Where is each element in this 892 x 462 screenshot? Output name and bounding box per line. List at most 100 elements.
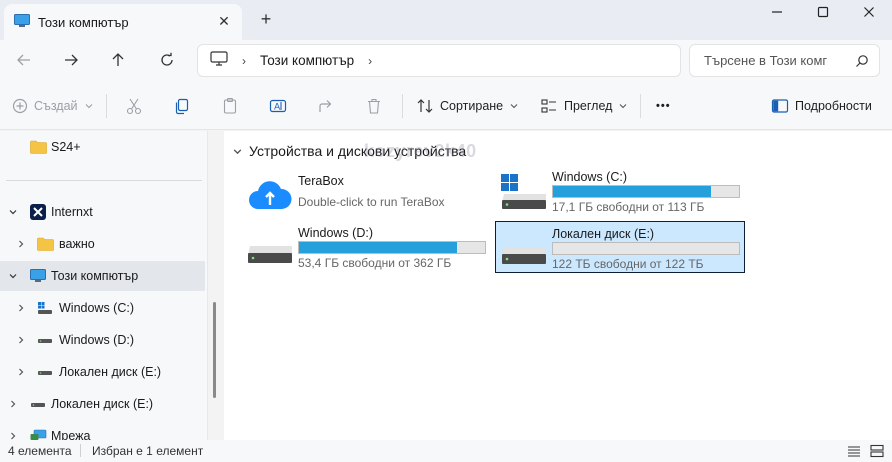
tab-this-pc[interactable]: Този компютър ✕ (4, 4, 242, 40)
drive-icon (500, 230, 548, 268)
new-button[interactable]: Създай (12, 94, 94, 118)
network-icon (30, 429, 47, 441)
minimize-button[interactable] (754, 0, 800, 24)
drive-usage-fill (553, 186, 712, 197)
sidebar-item-label: Този компютър (51, 269, 139, 283)
search-box[interactable] (689, 44, 880, 77)
title-bar: Този компютър ✕ + (0, 0, 892, 40)
tile-name: Windows (C:) (552, 170, 628, 184)
sidebar-item-label: Локален диск (E:) (59, 365, 162, 379)
sidebar-item-label: важно (59, 237, 95, 251)
drive-free-space: 53,4 ГБ свободни от 362 ГБ (298, 256, 452, 270)
cut-button[interactable] (125, 94, 143, 118)
tile-subtitle: Double-click to run TeraBox (298, 195, 445, 209)
arrow-right-icon (65, 54, 78, 66)
chevron-down-icon[interactable] (7, 270, 19, 282)
details-pane-button[interactable]: Подробности (771, 94, 872, 118)
details-view-icon[interactable] (847, 444, 861, 461)
sidebar-scrollbar[interactable] (213, 302, 216, 398)
tile-drive-d[interactable]: Windows (D:) 53,4 ГБ свободни от 362 ГБ (242, 221, 492, 273)
tile-name: Windows (D:) (298, 226, 374, 240)
tiles-view-icon[interactable] (870, 444, 884, 461)
sort-button-label: Сортиране (440, 99, 504, 113)
sidebar-item-label: Мрежа (51, 429, 91, 440)
up-button[interactable] (104, 48, 132, 72)
sidebar-item-label: Windows (C:) (59, 301, 135, 315)
sidebar-item-drive-d[interactable]: Windows (D:) (0, 325, 205, 355)
tile-drive-e[interactable]: Локален диск (E:) 122 ТБ свободни от 122… (495, 221, 745, 273)
tab-title: Този компютър (38, 14, 129, 30)
chevron-right-icon[interactable] (15, 334, 27, 346)
drive-icon (246, 229, 294, 267)
tile-terabox[interactable]: TeraBox Double-click to run TeraBox (242, 169, 492, 221)
windows-drive-icon (500, 173, 548, 211)
chevron-right-icon[interactable] (7, 398, 19, 410)
status-bar: 4 елемента Избран е 1 елемент (0, 440, 892, 462)
refresh-icon (161, 52, 173, 66)
content-pane: Устройства и дискови устройства kozyrev2… (224, 131, 892, 440)
view-button[interactable]: Преглед (540, 94, 628, 118)
divider (640, 94, 641, 118)
minimize-icon (772, 11, 782, 13)
back-button[interactable] (10, 48, 38, 72)
sidebar-item-label: Локален диск (E:) (51, 397, 154, 411)
breadcrumb-separator-icon[interactable]: › (368, 54, 372, 68)
refresh-button[interactable] (153, 48, 181, 72)
group-header-devices[interactable]: Устройства и дискови устройства (232, 143, 466, 159)
search-icon[interactable] (855, 54, 869, 71)
new-tab-button[interactable]: + (256, 9, 276, 29)
sidebar-item-network[interactable]: Мрежа (0, 421, 205, 440)
internxt-icon (30, 204, 46, 220)
chevron-down-icon[interactable] (7, 206, 19, 218)
tile-drive-c[interactable]: Windows (C:) 17,1 ГБ свободни от 113 ГБ (496, 165, 746, 217)
details-pane-label: Подробности (795, 99, 872, 113)
divider (106, 94, 107, 118)
group-title: Устройства и дискови устройства (249, 143, 467, 159)
sidebar-item-drive-c[interactable]: Windows (C:) (0, 293, 205, 323)
drive-free-space: 17,1 ГБ свободни от 113 ГБ (552, 200, 705, 214)
sidebar-item-vazhno[interactable]: важно (0, 229, 205, 259)
breadcrumb-item-this-pc[interactable]: Този компютър (260, 53, 354, 68)
close-window-button[interactable] (846, 0, 892, 24)
divider (80, 444, 81, 457)
breadcrumb-separator-icon[interactable]: › (242, 54, 246, 68)
chevron-right-icon[interactable] (15, 302, 27, 314)
monitor-icon (30, 269, 46, 283)
maximize-button[interactable] (800, 0, 846, 24)
paste-button[interactable] (221, 94, 239, 118)
terabox-cloud-icon (246, 177, 294, 215)
forward-button[interactable] (57, 48, 85, 72)
share-button[interactable] (317, 94, 335, 118)
drive-usage-fill (299, 242, 458, 253)
tab-close-icon[interactable]: ✕ (216, 13, 232, 29)
arrow-up-icon (112, 53, 124, 66)
sidebar-item-this-pc[interactable]: Този компютър (0, 261, 205, 291)
sidebar-item-s24[interactable]: S24+ (0, 132, 205, 162)
sidebar-item-drive-e[interactable]: Локален диск (E:) (0, 357, 205, 387)
pane-divider[interactable] (207, 131, 208, 440)
view-list-icon (541, 99, 556, 113)
sidebar-item-label: S24+ (51, 140, 81, 154)
sidebar-item-internxt[interactable]: Internxt (0, 197, 205, 227)
new-button-label: Създай (34, 99, 78, 113)
chevron-right-icon[interactable] (15, 366, 27, 378)
arrow-left-icon (17, 54, 30, 66)
sidebar-item-drive-e-root[interactable]: Локален диск (E:) (0, 389, 205, 419)
chevron-right-icon[interactable] (15, 238, 27, 250)
item-count: 4 елемента (8, 444, 72, 458)
rename-button[interactable]: A (269, 94, 287, 118)
drive-icon (37, 333, 53, 347)
copy-button[interactable] (173, 94, 191, 118)
more-options-button[interactable]: ••• (656, 94, 671, 118)
search-input[interactable] (704, 53, 846, 68)
details-pane-icon (771, 99, 789, 113)
delete-button[interactable] (365, 94, 383, 118)
command-bar: Създай A Сортиране Преглед ••• Подробнос… (0, 82, 892, 130)
windows-drive-icon (37, 301, 53, 315)
sort-button[interactable]: Сортиране (416, 94, 519, 118)
chevron-down-icon (620, 104, 627, 109)
breadcrumb[interactable]: › Този компютър › (197, 44, 681, 77)
navigation-pane: S24+ Internxt важно Този компютър Window… (0, 131, 207, 440)
chevron-right-icon[interactable] (7, 430, 19, 440)
drive-free-space: 122 ТБ свободни от 122 ТБ (552, 257, 704, 271)
